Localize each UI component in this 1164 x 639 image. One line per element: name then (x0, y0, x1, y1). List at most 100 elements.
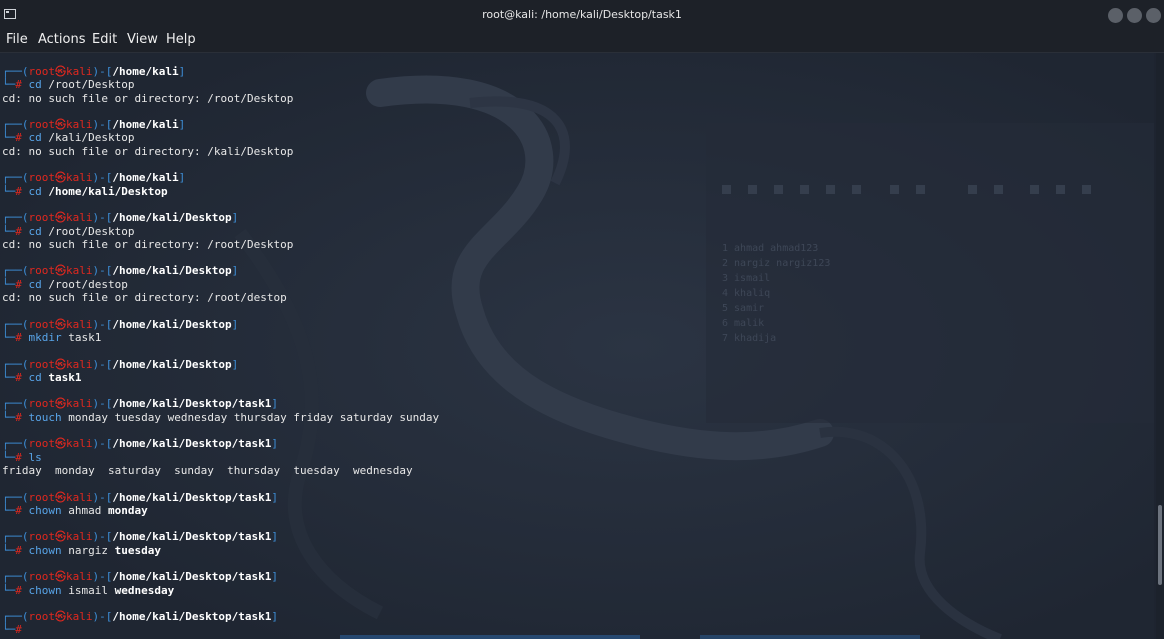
prompt-user: root (28, 530, 56, 544)
prompt-frame: ] (271, 530, 278, 544)
prompt-user: root (28, 118, 56, 132)
command-name: cd (28, 131, 42, 145)
prompt-host: kali (66, 264, 93, 278)
prompt-frame: └─ (2, 131, 16, 145)
scrollbar-thumb[interactable] (1158, 505, 1162, 585)
prompt-line: ┌──(root㉿kali)-[/home/kali/Desktop] (2, 358, 439, 371)
prompt-hash: # (15, 503, 22, 517)
prompt-frame: └─ (2, 450, 16, 464)
prompt-user: root (28, 357, 56, 371)
command-arg: ahmad (68, 503, 102, 517)
prompt-user: root (28, 490, 56, 504)
prompt-hash: # (15, 277, 22, 291)
prompt-frame: └─ (2, 277, 16, 291)
command-arg: monday (108, 503, 148, 517)
prompt-frame: ┌──( (2, 570, 29, 584)
terminal-area[interactable]: 1 ahmad ahmad123 2 nargiz nargiz123 3 is… (0, 53, 1154, 639)
prompt-path: /home/kali/Desktop (112, 317, 232, 331)
prompt-user: root (28, 171, 56, 185)
prompt-frame: ] (231, 317, 239, 331)
menu-file[interactable]: File (6, 32, 28, 47)
command-line: └─# cd /root/Desktop (2, 225, 439, 238)
prompt-host: kali (66, 65, 93, 78)
command-arg: nargiz (68, 543, 108, 557)
minimize-button[interactable] (1108, 8, 1123, 23)
command-line: └─# mkdir task1 (2, 331, 439, 344)
prompt-hash: # (15, 450, 22, 464)
window-title: root@kali: /home/kali/Desktop/task1 (482, 8, 682, 21)
close-button[interactable] (1146, 8, 1161, 23)
prompt-hash: # (15, 370, 22, 384)
command-arg: monday tuesday wednesday thursday friday… (68, 410, 440, 424)
prompt-frame: ┌──( (2, 530, 29, 544)
command-line: └─# chown ismail wednesday (2, 584, 439, 597)
prompt-frame: ┌──( (2, 211, 29, 225)
prompt-frame: └─ (2, 410, 16, 424)
prompt-at: ㉿ (55, 570, 66, 584)
prompt-path: /home/kali (112, 65, 179, 78)
prompt-path: /home/kali/Desktop/task1 (112, 570, 272, 584)
prompt-hash: # (15, 410, 22, 424)
menu-view[interactable]: View (127, 32, 158, 47)
prompt-path: /home/kali (112, 118, 179, 132)
prompt-host: kali (66, 437, 93, 451)
prompt-line: ┌──(root㉿kali)-[/home/kali] (2, 171, 439, 184)
prompt-frame: └─ (2, 503, 16, 517)
prompt-hash: # (15, 330, 22, 344)
prompt-frame: ┌──( (2, 317, 29, 331)
prompt-frame: ] (271, 570, 278, 584)
prompt-frame: )-[ (92, 171, 113, 185)
command-line: └─# cd /root/destop (2, 278, 439, 291)
prompt-user: root (28, 437, 56, 451)
command-output: friday monday saturday sunday thursday t… (2, 463, 413, 477)
prompt-path: /home/kali (112, 171, 179, 185)
command-line: └─# chown nargiz tuesday (2, 544, 439, 557)
prompt-at: ㉿ (55, 264, 66, 278)
prompt-user: root (28, 317, 56, 331)
prompt-frame: ┌──( (2, 437, 29, 451)
command-name: touch (28, 410, 62, 424)
prompt-line: ┌──(root㉿kali)-[/home/kali] (2, 118, 439, 131)
menu-edit[interactable]: Edit (92, 32, 117, 47)
prompt-at: ㉿ (55, 171, 66, 185)
prompt-at: ㉿ (55, 530, 66, 544)
prompt-host: kali (66, 610, 93, 624)
prompt-line: ┌──(root㉿kali)-[/home/kali/Desktop/task1… (2, 530, 439, 543)
menu-help[interactable]: Help (166, 32, 196, 47)
maximize-button[interactable] (1127, 8, 1142, 23)
prompt-user: root (28, 65, 56, 78)
bg-line: 3 ismail (722, 273, 770, 284)
prompt-host: kali (66, 211, 93, 225)
command-line: └─# cd /home/kali/Desktop (2, 185, 439, 198)
prompt-frame: └─ (2, 224, 16, 238)
prompt-at: ㉿ (55, 317, 66, 331)
command-line: └─# cd task1 (2, 371, 439, 384)
command-line: └─# ls (2, 451, 439, 464)
command-name: cd (28, 277, 42, 291)
prompt-frame: └─ (2, 370, 16, 384)
bg-line: 4 khaliq (722, 288, 770, 299)
prompt-line: ┌──(root㉿kali)-[/home/kali/Desktop] (2, 264, 439, 277)
command-output: cd: no such file or directory: /root/des… (2, 291, 287, 305)
command-arg: /home/kali/Desktop (48, 184, 168, 198)
prompt-host: kali (66, 317, 93, 331)
prompt-frame: ┌──( (2, 171, 29, 185)
prompt-host: kali (66, 490, 93, 504)
menu-actions[interactable]: Actions (38, 32, 86, 47)
command-name: chown (28, 543, 62, 557)
command-arg: /root/destop (48, 277, 128, 291)
command-name: chown (28, 503, 62, 517)
prompt-at: ㉿ (55, 65, 66, 78)
prompt-frame: ] (271, 490, 278, 504)
prompt-path: /home/kali/Desktop/task1 (112, 530, 272, 544)
command-output: cd: no such file or directory: /root/Des… (2, 91, 294, 105)
prompt-user: root (28, 397, 56, 411)
command-name: cd (28, 370, 42, 384)
prompt-line: ┌──(root㉿kali)-[/home/kali/Desktop/task1… (2, 570, 439, 583)
